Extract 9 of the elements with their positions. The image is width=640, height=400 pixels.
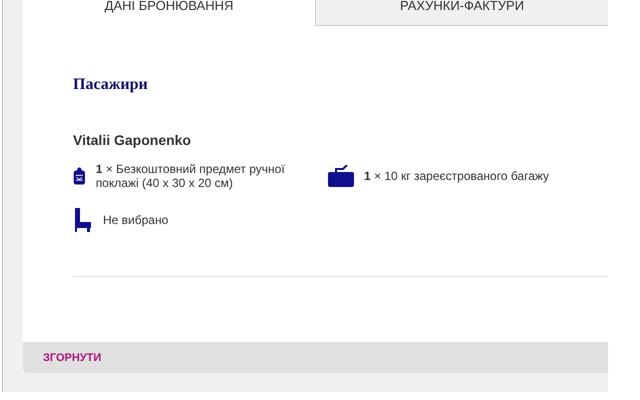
seat-text: Не вибрано (103, 213, 168, 227)
collapse-link[interactable]: ЗГОРНУТИ (43, 352, 102, 364)
suitcase-icon (328, 165, 354, 187)
tab[interactable]: РАХУНКИ-ФАКТУРИ (315, 0, 608, 26)
section-title: Пасажири (73, 76, 149, 94)
baggage-text: 1 × Безкоштовний предмет ручної поклажі (40 x 30 x 20 см) (96, 162, 286, 190)
seat-icon (73, 208, 93, 232)
passenger-name: Vitalii Gaponenko (73, 132, 192, 148)
baggage-text: 1 × 10 кг зареєстрованого багажу (364, 169, 550, 183)
